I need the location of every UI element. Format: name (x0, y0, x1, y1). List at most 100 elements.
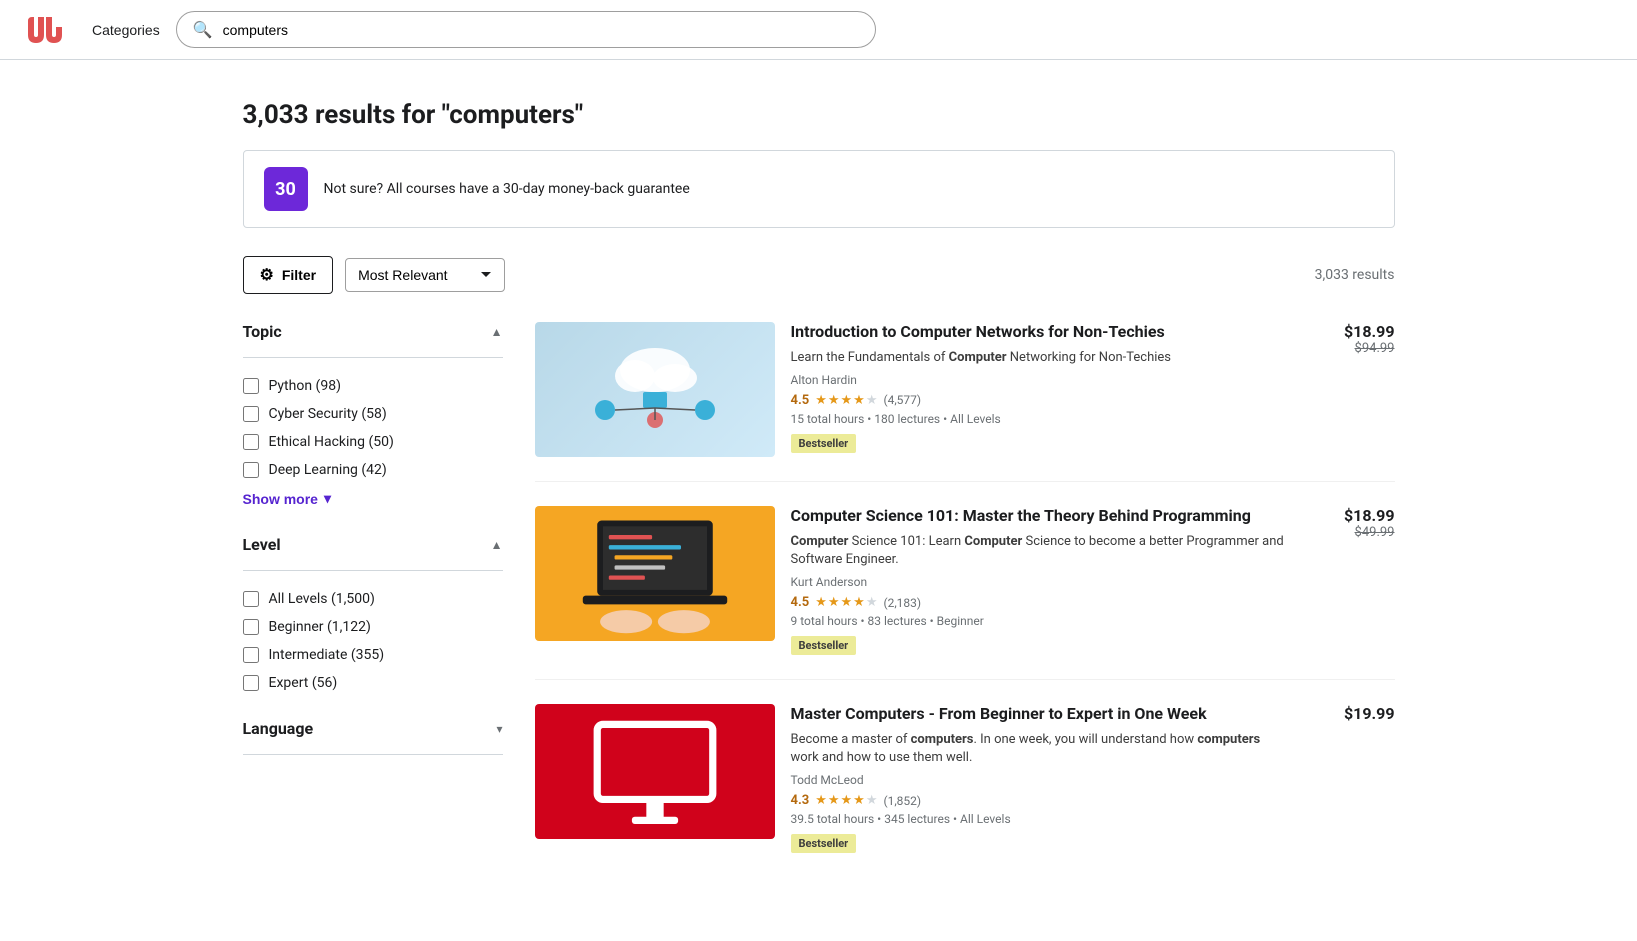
topic-deep-learning-label: Deep Learning (42) (269, 462, 387, 478)
search-icon: 🔍 (193, 20, 213, 39)
level-all-checkbox[interactable] (243, 591, 259, 607)
course-info: Introduction to Computer Networks for No… (791, 322, 1289, 457)
filter-bar-left: ⚙ Filter Most Relevant Most Reviewed Hig… (243, 256, 506, 294)
guarantee-text: Not sure? All courses have a 30-day mone… (324, 181, 690, 197)
rating-row: 4.5 ★ ★ ★ ★ ★ (4,577) (791, 393, 1289, 408)
course-author: Kurt Anderson (791, 575, 1289, 589)
course-title: Introduction to Computer Networks for No… (791, 322, 1289, 343)
level-section-header[interactable]: Level ▲ (243, 535, 503, 554)
star-2: ★ (828, 393, 840, 408)
topic-ethical-hacking-checkbox[interactable] (243, 434, 259, 450)
level-all-label: All Levels (1,500) (269, 591, 375, 607)
sidebar: Topic ▲ Python (98) Cyber Security (58) … (243, 322, 503, 901)
course-title: Computer Science 101: Master the Theory … (791, 506, 1289, 527)
bestseller-badge: Bestseller (791, 834, 857, 853)
topic-cyber-security[interactable]: Cyber Security (58) (243, 406, 503, 422)
bestseller-badge: Bestseller (791, 636, 857, 655)
topic-cyber-security-checkbox[interactable] (243, 406, 259, 422)
course-author: Alton Hardin (791, 373, 1289, 387)
logo-area: Categories (24, 13, 160, 47)
star-4: ★ (853, 793, 865, 808)
level-intermediate[interactable]: Intermediate (355) (243, 647, 503, 663)
topic-section-header[interactable]: Topic ▲ (243, 322, 503, 341)
course-title: Master Computers - From Beginner to Expe… (791, 704, 1289, 725)
search-input[interactable] (223, 22, 859, 38)
course-description: Computer Science 101: Learn Computer Sci… (791, 533, 1289, 569)
level-expert-checkbox[interactable] (243, 675, 259, 691)
topic-python[interactable]: Python (98) (243, 378, 503, 394)
topic-filter-section: Topic ▲ Python (98) Cyber Security (58) … (243, 322, 503, 507)
star-3: ★ (841, 793, 853, 808)
language-section-title: Language (243, 719, 314, 738)
price-original: $49.99 (1305, 525, 1395, 540)
rating-row: 4.3 ★ ★ ★ ★ ★ (1,852) (791, 793, 1289, 808)
star-5: ★ (866, 793, 878, 808)
price-current: $18.99 (1305, 322, 1395, 341)
star-1: ★ (815, 393, 827, 408)
course-description: Become a master of computers. In one wee… (791, 731, 1289, 767)
level-all[interactable]: All Levels (1,500) (243, 591, 503, 607)
course-thumbnail-cs101 (535, 506, 775, 641)
stars: ★ ★ ★ ★ ★ (815, 793, 877, 808)
rating-count: (1,852) (883, 794, 921, 808)
level-beginner[interactable]: Beginner (1,122) (243, 619, 503, 635)
topic-show-more-button[interactable]: Show more ▾ (243, 490, 332, 507)
course-meta: 9 total hours • 83 lectures • Beginner (791, 614, 1289, 628)
star-2: ★ (828, 595, 840, 610)
bestseller-badge: Bestseller (791, 434, 857, 453)
guarantee-icon: 30 (264, 167, 308, 211)
level-divider (243, 570, 503, 571)
language-collapse-icon: ▾ (496, 722, 502, 736)
topic-deep-learning[interactable]: Deep Learning (42) (243, 462, 503, 478)
course-price-area: $19.99 (1305, 704, 1395, 853)
categories-button[interactable]: Categories (92, 22, 160, 38)
course-author: Todd McLeod (791, 773, 1289, 787)
language-section-header[interactable]: Language ▾ (243, 719, 503, 738)
level-intermediate-label: Intermediate (355) (269, 647, 385, 663)
sort-select[interactable]: Most Relevant Most Reviewed Highest Rate… (345, 258, 505, 292)
topic-ethical-hacking[interactable]: Ethical Hacking (50) (243, 434, 503, 450)
content-grid: Topic ▲ Python (98) Cyber Security (58) … (243, 322, 1395, 901)
topic-section-title: Topic (243, 322, 282, 341)
topic-python-label: Python (98) (269, 378, 341, 394)
level-collapse-icon: ▲ (491, 538, 503, 552)
star-5: ★ (866, 393, 878, 408)
level-expert[interactable]: Expert (56) (243, 675, 503, 691)
price-original: $94.99 (1305, 341, 1395, 356)
star-5: ★ (866, 595, 878, 610)
results-heading: 3,033 results for "computers" (243, 100, 1395, 130)
star-4: ★ (853, 393, 865, 408)
course-card[interactable]: Introduction to Computer Networks for No… (535, 322, 1395, 482)
rating-count: (4,577) (883, 393, 921, 407)
star-1: ★ (815, 595, 827, 610)
level-expert-label: Expert (56) (269, 675, 338, 691)
level-intermediate-checkbox[interactable] (243, 647, 259, 663)
rating-number: 4.5 (791, 393, 810, 408)
networks-thumbnail-image (575, 340, 735, 440)
language-divider (243, 754, 503, 755)
udemy-logo[interactable] (24, 13, 72, 47)
main-content: 3,033 results for "computers" 30 Not sur… (219, 60, 1419, 941)
stars: ★ ★ ★ ★ ★ (815, 595, 877, 610)
course-price-area: $18.99 $49.99 (1305, 506, 1395, 655)
course-card[interactable]: Master Computers - From Beginner to Expe… (535, 704, 1395, 877)
cs101-thumbnail-image (535, 506, 775, 641)
course-thumbnail-networks (535, 322, 775, 457)
header: Categories 🔍 (0, 0, 1637, 60)
course-card[interactable]: Computer Science 101: Master the Theory … (535, 506, 1395, 680)
price-current: $18.99 (1305, 506, 1395, 525)
level-beginner-label: Beginner (1,122) (269, 619, 371, 635)
course-list: Introduction to Computer Networks for No… (535, 322, 1395, 901)
level-beginner-checkbox[interactable] (243, 619, 259, 635)
topic-collapse-icon: ▲ (491, 325, 503, 339)
filter-lines-icon: ⚙ (260, 265, 274, 285)
level-filter-section: Level ▲ All Levels (1,500) Beginner (1,1… (243, 535, 503, 691)
topic-python-checkbox[interactable] (243, 378, 259, 394)
course-description: Learn the Fundamentals of Computer Netwo… (791, 349, 1289, 367)
rating-number: 4.3 (791, 793, 810, 808)
show-more-chevron-icon: ▾ (324, 490, 331, 507)
topic-cyber-security-label: Cyber Security (58) (269, 406, 387, 422)
filter-button[interactable]: ⚙ Filter (243, 256, 334, 294)
monitor-svg (555, 707, 755, 837)
topic-deep-learning-checkbox[interactable] (243, 462, 259, 478)
